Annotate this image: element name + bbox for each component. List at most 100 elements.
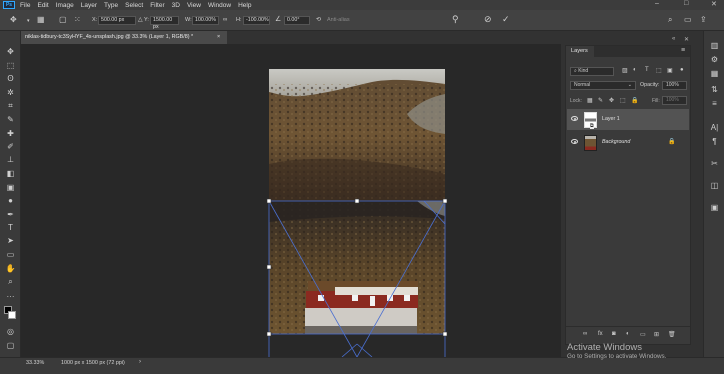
- delete-layer-icon[interactable]: 🗑: [668, 331, 676, 338]
- layer-name[interactable]: Background: [602, 139, 630, 145]
- eraser-tool-icon[interactable]: ◧: [5, 169, 16, 178]
- close-window-icon[interactable]: ✕: [711, 0, 717, 8]
- history-panel-icon[interactable]: ▥: [709, 41, 720, 50]
- link-layers-icon[interactable]: ∞: [583, 331, 587, 337]
- link-proportions-icon[interactable]: ∞: [223, 16, 227, 24]
- brush-tool-icon[interactable]: ✐: [5, 142, 16, 151]
- warp-mode-icon[interactable]: ⚲: [452, 15, 459, 24]
- add-mask-icon[interactable]: ◙: [612, 331, 616, 337]
- minimize-icon[interactable]: –: [655, 0, 659, 7]
- quick-mask-icon[interactable]: ◎: [5, 327, 16, 336]
- tool-presets-icon[interactable]: ✂: [709, 159, 720, 168]
- status-menu-arrow-icon[interactable]: ›: [139, 359, 141, 365]
- lock-image-icon[interactable]: ✎: [598, 97, 603, 104]
- collapse-panels-icon[interactable]: «: [672, 36, 675, 42]
- rectangle-tool-icon[interactable]: ▭: [5, 250, 16, 259]
- document-info[interactable]: 1000 px x 1500 px (72 ppi): [61, 360, 125, 366]
- filter-toggle-icon[interactable]: ●: [680, 67, 684, 73]
- smart-object-filter-icon[interactable]: ▣: [667, 67, 673, 74]
- more-tools-icon[interactable]: ···: [5, 292, 16, 301]
- layer-row-background[interactable]: Background 🔒: [567, 132, 689, 153]
- layer-name[interactable]: Layer 1: [602, 116, 620, 122]
- lock-transparent-icon[interactable]: ▦: [587, 97, 593, 104]
- cancel-transform-icon[interactable]: ⊘: [484, 15, 492, 24]
- canvas-area[interactable]: [22, 44, 561, 357]
- pixel-filter-icon[interactable]: ▨: [622, 67, 628, 74]
- menu-3d[interactable]: 3D: [172, 2, 180, 9]
- angle-field[interactable]: 0.00°: [284, 16, 310, 25]
- dodge-tool-icon[interactable]: ●: [5, 196, 16, 205]
- width-field[interactable]: 100.00%: [192, 16, 219, 25]
- color-panel-icon[interactable]: ⚙: [709, 55, 720, 64]
- fill-field[interactable]: 100%: [662, 96, 687, 105]
- menu-image[interactable]: Image: [56, 2, 74, 9]
- visibility-eye-icon[interactable]: [571, 116, 578, 121]
- type-tool-icon[interactable]: T: [5, 223, 16, 232]
- crop-tool-icon[interactable]: ⌗: [5, 101, 16, 110]
- zoom-level[interactable]: 33.33%: [26, 360, 44, 366]
- hand-tool-icon[interactable]: ✋: [5, 264, 16, 273]
- commit-transform-icon[interactable]: ✓: [502, 15, 510, 24]
- character-panel-icon[interactable]: A|: [709, 123, 720, 132]
- background-color-swatch[interactable]: [8, 311, 16, 319]
- move-tool-icon[interactable]: ✥: [5, 47, 16, 56]
- pen-tool-icon[interactable]: ✒: [5, 210, 16, 219]
- menu-type[interactable]: Type: [104, 2, 118, 9]
- screen-mode-icon[interactable]: ▢: [5, 341, 16, 350]
- menu-layer[interactable]: Layer: [81, 2, 97, 9]
- adjustments-panel-icon[interactable]: ⇅: [709, 85, 720, 94]
- x-position-field[interactable]: 500.00 px: [98, 16, 136, 25]
- layers-tab[interactable]: Layers: [566, 46, 594, 57]
- channels-panel-icon[interactable]: ▣: [709, 203, 720, 212]
- opacity-field[interactable]: 100%: [662, 81, 687, 90]
- type-filter-icon[interactable]: T: [645, 67, 649, 73]
- document-tab[interactable]: niklas-tidbury-tc3SyHYF_4s-unsplash.jpg …: [21, 31, 227, 44]
- healing-brush-tool-icon[interactable]: ✚: [5, 129, 16, 138]
- menu-select[interactable]: Select: [125, 2, 143, 9]
- new-layer-icon[interactable]: ⊞: [654, 331, 659, 338]
- layer-row-layer-1[interactable]: ⧉ Layer 1: [567, 109, 689, 130]
- move-tool-icon[interactable]: ✥: [10, 16, 17, 24]
- magic-wand-tool-icon[interactable]: ✲: [5, 88, 16, 97]
- menu-view[interactable]: View: [187, 2, 201, 9]
- search-icon[interactable]: ⌕: [668, 16, 672, 24]
- close-panels-icon[interactable]: ✕: [684, 36, 689, 43]
- select-frame-icon[interactable]: ▢: [59, 16, 67, 24]
- close-tab-icon[interactable]: ×: [217, 31, 220, 44]
- menu-help[interactable]: Help: [238, 2, 251, 9]
- kind-filter-select[interactable]: ⌕ Kind: [570, 67, 614, 76]
- paragraph-panel-icon[interactable]: ¶: [709, 137, 720, 146]
- clone-stamp-tool-icon[interactable]: ⊥: [5, 155, 16, 164]
- path-selection-tool-icon[interactable]: ➤: [5, 236, 16, 245]
- shape-filter-icon[interactable]: ⬚: [656, 67, 662, 74]
- menu-file[interactable]: File: [20, 2, 30, 9]
- blend-mode-select[interactable]: Normal ⌄: [570, 81, 636, 90]
- libraries-panel-icon[interactable]: ◫: [709, 181, 720, 190]
- lock-position-icon[interactable]: ✥: [609, 97, 614, 104]
- y-position-field[interactable]: 1500.00 px: [150, 16, 179, 30]
- reference-point-icon[interactable]: ▦: [37, 16, 45, 24]
- adjustment-filter-icon[interactable]: ◐: [633, 67, 637, 73]
- relative-position-icon[interactable]: △: [138, 16, 143, 24]
- height-field[interactable]: -100.00%: [243, 16, 270, 25]
- interpolation-icon[interactable]: ⟲: [316, 16, 321, 24]
- lock-artboard-icon[interactable]: ⬚: [620, 97, 626, 104]
- lasso-tool-icon[interactable]: ʘ: [5, 74, 16, 83]
- properties-panel-icon[interactable]: ≡: [709, 99, 720, 108]
- marquee-tool-icon[interactable]: ⬚: [5, 61, 16, 70]
- menu-edit[interactable]: Edit: [37, 2, 48, 9]
- share-icon[interactable]: ⇪: [700, 16, 707, 24]
- antialias-label[interactable]: Anti-alias: [327, 17, 350, 23]
- eyedropper-tool-icon[interactable]: ✎: [5, 115, 16, 124]
- zoom-tool-icon[interactable]: ⌕: [5, 277, 16, 286]
- panel-menu-icon[interactable]: ≡: [681, 47, 685, 54]
- menu-window[interactable]: Window: [208, 2, 231, 9]
- gradient-tool-icon[interactable]: ▣: [5, 183, 16, 192]
- workspace-icon[interactable]: ▭: [684, 16, 692, 24]
- new-group-icon[interactable]: ▭: [640, 331, 646, 338]
- visibility-eye-icon[interactable]: [571, 139, 578, 144]
- menu-filter[interactable]: Filter: [150, 2, 164, 9]
- lock-all-icon[interactable]: 🔒: [631, 97, 638, 104]
- reference-grid-icon[interactable]: ⁙: [74, 16, 81, 24]
- swatches-panel-icon[interactable]: ▦: [709, 69, 720, 78]
